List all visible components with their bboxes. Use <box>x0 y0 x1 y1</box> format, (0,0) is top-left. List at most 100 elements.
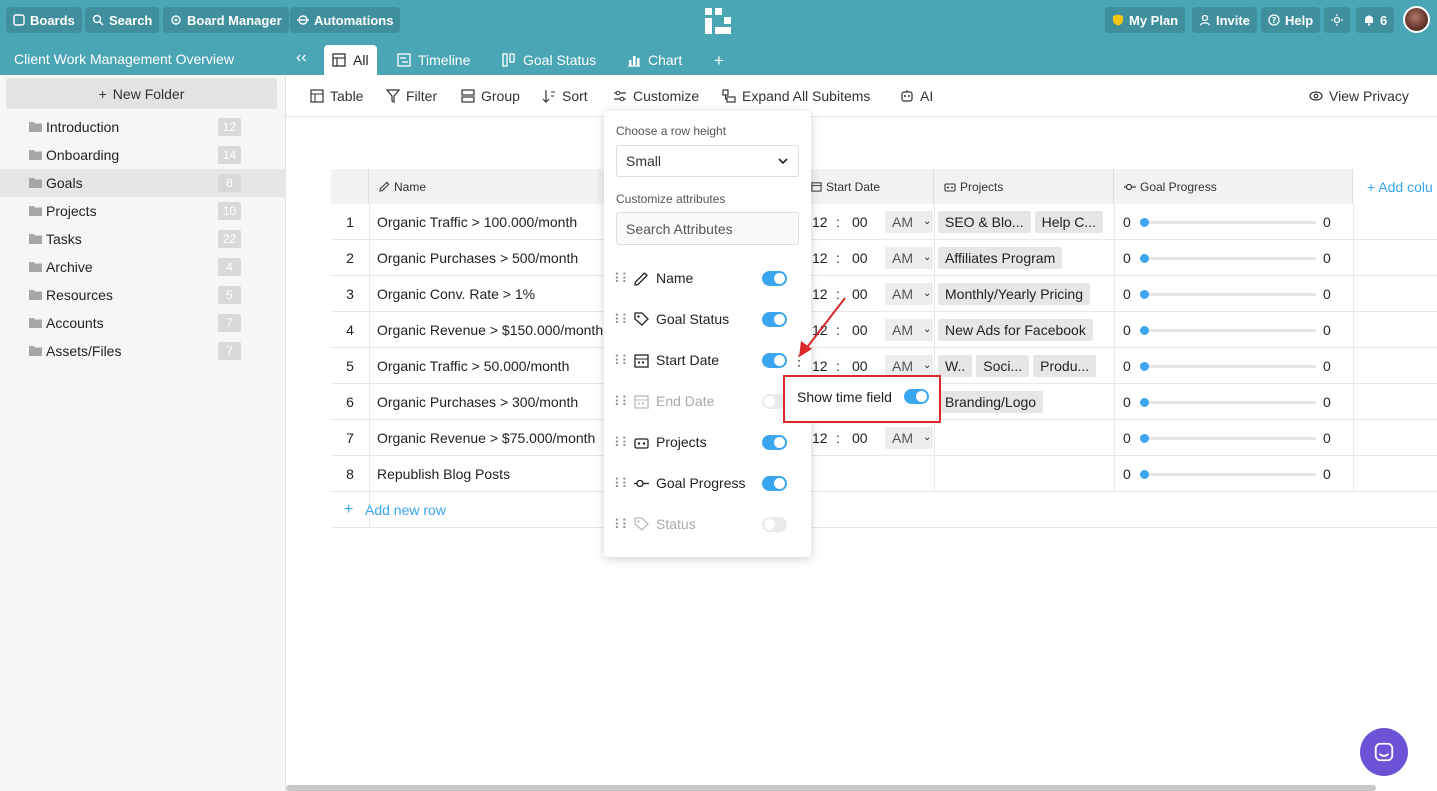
goal-name[interactable]: Organic Purchases > 500/month <box>377 240 607 276</box>
ai-button[interactable]: AI <box>900 88 933 104</box>
search-button[interactable]: Search <box>85 7 160 33</box>
sidebar-folder-item[interactable]: Introduction 12 <box>0 113 286 141</box>
projects-cell[interactable]: W.. Soci... Produ... <box>938 348 1113 384</box>
drag-handle-icon[interactable]: ⠇⠇ <box>614 353 631 369</box>
app-logo-icon[interactable] <box>703 6 733 36</box>
attribute-visibility-toggle[interactable] <box>762 517 787 532</box>
progress-slider[interactable] <box>1140 290 1316 299</box>
board-manager-button[interactable]: Board Manager <box>163 7 289 33</box>
start-date-column-header[interactable]: Start Date <box>809 169 934 204</box>
projects-cell[interactable] <box>938 420 1113 456</box>
help-button[interactable]: ? Help <box>1261 7 1321 33</box>
search-attributes-input[interactable]: Search Attributes <box>616 212 799 245</box>
project-chip[interactable]: New Ads for Facebook <box>938 319 1093 341</box>
avatar[interactable] <box>1403 6 1430 33</box>
drag-handle-icon[interactable]: ⠇⠇ <box>614 312 631 328</box>
progress-slider[interactable] <box>1140 470 1316 479</box>
show-time-field-toggle[interactable] <box>904 389 929 404</box>
am-pm-select[interactable]: AM ⌄ <box>885 319 933 341</box>
projects-cell[interactable]: SEO & Blo... Help C... <box>938 204 1113 240</box>
progress-slider[interactable] <box>1140 434 1316 443</box>
am-pm-select[interactable]: AM ⌄ <box>885 283 933 305</box>
goal-progress-cell[interactable]: 00 <box>1114 204 1353 240</box>
goal-progress-cell[interactable]: 00 <box>1114 348 1353 384</box>
progress-handle[interactable] <box>1140 398 1149 407</box>
tab-chart[interactable]: Chart <box>619 45 690 75</box>
collapse-sidebar-icon[interactable]: ‹‹ <box>296 49 307 67</box>
attribute-visibility-toggle[interactable] <box>762 271 787 286</box>
time-hour[interactable]: 12 <box>812 204 828 240</box>
attribute-visibility-toggle[interactable] <box>762 476 787 491</box>
goal-progress-cell[interactable]: 00 <box>1114 456 1353 492</box>
invite-button[interactable]: Invite <box>1192 7 1257 33</box>
progress-slider[interactable] <box>1140 326 1316 335</box>
view-privacy-button[interactable]: View Privacy <box>1309 88 1409 104</box>
attribute-item[interactable]: ⠇⠇ Status <box>604 510 811 540</box>
project-chip[interactable]: SEO & Blo... <box>938 211 1031 233</box>
time-minute[interactable]: 00 <box>852 312 868 348</box>
drag-handle-icon[interactable]: ⠇⠇ <box>614 476 631 492</box>
projects-cell[interactable]: New Ads for Facebook <box>938 312 1113 348</box>
am-pm-select[interactable]: AM ⌄ <box>885 211 933 233</box>
sidebar-folder-item[interactable]: Resources 5 <box>0 281 286 309</box>
goal-name[interactable]: Organic Revenue > $75.000/month <box>377 420 607 456</box>
projects-cell[interactable] <box>938 456 1113 492</box>
am-pm-select[interactable]: AM ⌄ <box>885 355 933 377</box>
projects-column-header[interactable]: Projects <box>934 169 1114 204</box>
goal-name[interactable]: Organic Traffic > 100.000/month <box>377 204 607 240</box>
sidebar-folder-item[interactable]: Accounts 7 <box>0 309 286 337</box>
horizontal-scrollbar[interactable] <box>286 785 1376 791</box>
sidebar-folder-item[interactable]: Onboarding 14 <box>0 141 286 169</box>
time-minute[interactable]: 00 <box>852 240 868 276</box>
drag-handle-icon[interactable]: ⠇⠇ <box>614 435 631 451</box>
progress-handle[interactable] <box>1140 362 1149 371</box>
tab-all[interactable]: All <box>324 45 377 75</box>
project-chip[interactable]: Branding/Logo <box>938 391 1044 413</box>
goal-name[interactable]: Republish Blog Posts <box>377 456 607 492</box>
am-pm-select[interactable]: AM ⌄ <box>885 427 933 449</box>
customize-button[interactable]: Customize <box>613 88 699 104</box>
attribute-item[interactable]: ⠇⠇ Goal Progress <box>604 469 811 499</box>
drag-handle-icon[interactable]: ⠇⠇ <box>614 271 631 287</box>
project-chip[interactable]: Monthly/Yearly Pricing <box>938 283 1090 305</box>
attribute-visibility-toggle[interactable] <box>762 312 787 327</box>
progress-handle[interactable] <box>1140 290 1149 299</box>
time-minute[interactable]: 00 <box>852 276 868 312</box>
goal-progress-cell[interactable]: 00 <box>1114 420 1353 456</box>
projects-cell[interactable]: Affiliates Program <box>938 240 1113 276</box>
goal-progress-cell[interactable]: 00 <box>1114 384 1353 420</box>
attribute-item[interactable]: ⠇⠇ Projects <box>604 428 811 458</box>
add-tab-button[interactable]: + <box>714 51 724 71</box>
project-chip[interactable]: Soci... <box>976 355 1030 377</box>
group-button[interactable]: Group <box>461 88 520 104</box>
progress-slider[interactable] <box>1140 218 1316 227</box>
goal-progress-cell[interactable]: 00 <box>1114 240 1353 276</box>
projects-cell[interactable]: Branding/Logo <box>938 384 1113 420</box>
time-minute[interactable]: 00 <box>852 204 868 240</box>
drag-handle-icon[interactable]: ⠇⠇ <box>614 394 631 410</box>
attribute-visibility-toggle[interactable] <box>762 353 787 368</box>
progress-slider[interactable] <box>1140 362 1316 371</box>
table-row[interactable]: 7 Organic Revenue > $75.000/month 12:00 AM ⌄… <box>331 420 1437 456</box>
attribute-item[interactable]: ⠇⠇ End Date <box>604 387 811 417</box>
add-row[interactable]: + Add new row <box>331 492 1437 528</box>
progress-slider[interactable] <box>1140 254 1316 263</box>
goal-name[interactable]: Organic Traffic > 50.000/month <box>377 348 607 384</box>
tab-goal-status[interactable]: Goal Status <box>494 45 604 75</box>
project-chip[interactable]: Affiliates Program <box>938 247 1063 269</box>
sidebar-folder-item[interactable]: Goals 8 <box>0 169 286 197</box>
sidebar-folder-item[interactable]: Tasks 22 <box>0 225 286 253</box>
table-row[interactable]: 1 Organic Traffic > 100.000/month 12:00 AM ⌄… <box>331 204 1437 240</box>
attribute-item[interactable]: ⠇⠇ Start Date <box>604 346 811 376</box>
table-view-button[interactable]: Table <box>310 88 363 104</box>
projects-cell[interactable]: Monthly/Yearly Pricing <box>938 276 1113 312</box>
filter-button[interactable]: Filter <box>386 88 437 104</box>
add-column-button[interactable]: + Add colu <box>1353 169 1437 204</box>
goal-name[interactable]: Organic Purchases > 300/month <box>377 384 607 420</box>
attribute-item[interactable]: ⠇⠇ Name <box>604 264 811 294</box>
progress-handle[interactable] <box>1140 326 1149 335</box>
table-row[interactable]: 2 Organic Purchases > 500/month 12:00 AM ⌄ Af… <box>331 240 1437 276</box>
project-chip[interactable]: Help C... <box>1034 211 1104 233</box>
project-chip[interactable]: Produ... <box>1033 355 1097 377</box>
drag-handle-icon[interactable]: ⠇⠇ <box>614 517 631 533</box>
